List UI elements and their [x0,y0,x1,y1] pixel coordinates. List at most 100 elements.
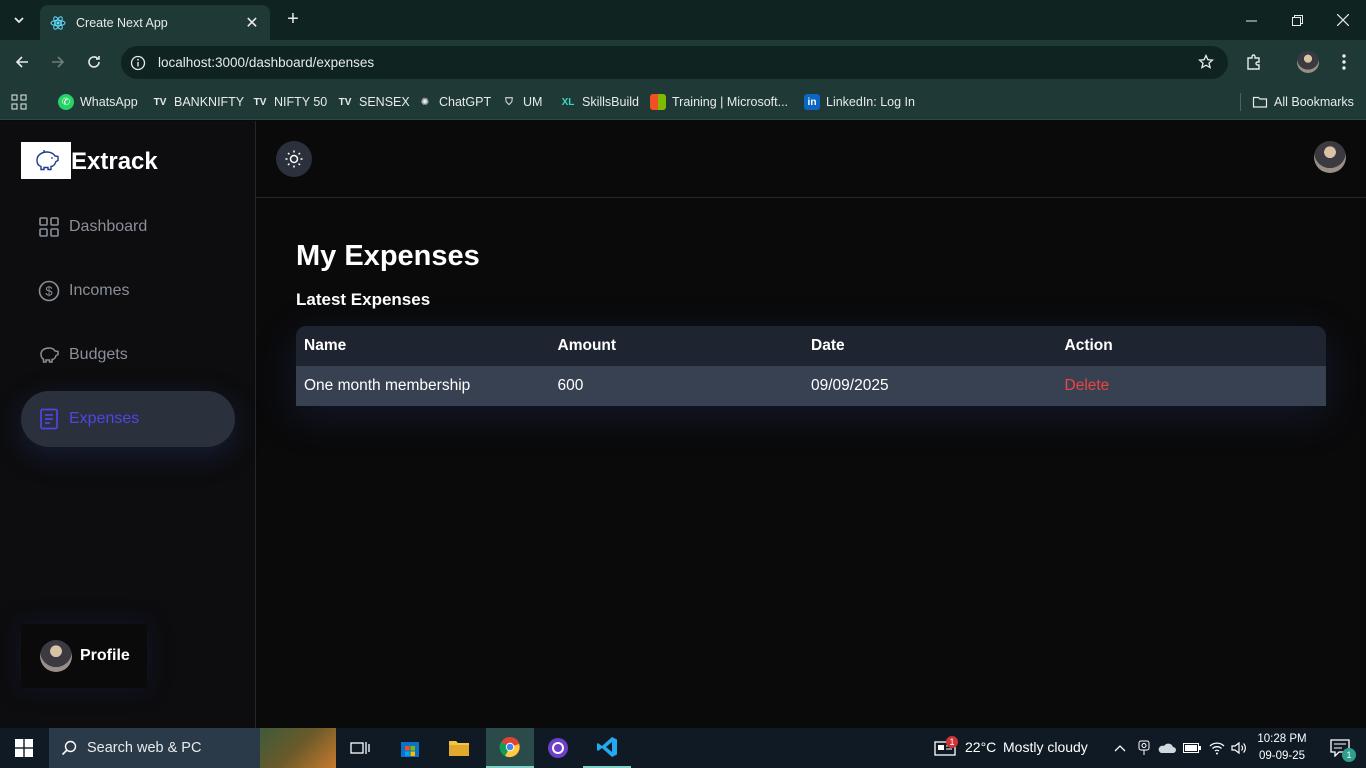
chevron-up-icon [1114,745,1126,752]
app-header [256,121,1366,198]
brand-name[interactable]: Extrack [71,148,158,176]
tab-search-button[interactable] [6,8,32,32]
table-header-row: Name Amount Date Action [296,326,1326,366]
bookmark-um[interactable]: ⛉ UM [501,92,542,112]
close-window-button[interactable] [1320,0,1366,40]
all-bookmarks-button[interactable]: All Bookmarks [1252,92,1354,112]
folder-icon [449,741,469,756]
bookmark-label: BANKNIFTY [174,95,245,109]
column-header-amount: Amount [557,337,617,354]
new-tab-button[interactable]: + [282,8,304,32]
bookmark-star-icon[interactable] [1198,54,1214,70]
apps-grid-button[interactable] [11,92,27,112]
back-button[interactable] [10,50,34,74]
sidebar-item-label: Incomes [69,282,130,299]
microsoft-icon [650,94,666,110]
bookmark-label: NIFTY 50 [274,95,328,109]
webcam-icon[interactable] [1134,728,1154,768]
bookmark-nifty50[interactable]: TV NIFTY 50 [252,92,328,112]
sidebar-item-budgets[interactable]: Budgets [21,327,235,383]
shield-icon: ⛉ [505,96,513,108]
react-icon [50,15,66,30]
linkedin-icon: in [804,94,820,110]
bookmark-banknifty[interactable]: TV BANKNIFTY [152,92,245,112]
forward-button[interactable] [46,50,70,74]
vscode-button[interactable] [583,728,631,768]
search-placeholder: Search web & PC [87,740,202,756]
weather-icon[interactable]: 1 [932,728,958,768]
profile-avatar-browser[interactable] [1296,50,1320,74]
grid-icon [38,216,60,238]
sidebar-item-label: Dashboard [69,218,148,235]
wifi-icon[interactable] [1207,728,1227,768]
piggy-bank-icon [38,344,60,366]
bookmark-label: WhatsApp [80,95,138,109]
sidebar-item-label: Expenses [69,410,140,427]
delete-button[interactable]: Delete [1057,377,1311,395]
store-app-button[interactable] [386,728,434,768]
volume-icon[interactable] [1229,728,1249,768]
site-info-icon[interactable] [130,55,146,71]
bookmark-sensex[interactable]: TV SENSEX [337,92,410,112]
onedrive-icon[interactable] [1157,728,1177,768]
receipt-icon [38,408,60,430]
address-bar[interactable]: localhost:3000/dashboard/expenses [121,46,1228,79]
restore-button[interactable] [1274,0,1320,40]
bookmark-chatgpt[interactable]: ✺ ChatGPT [417,92,491,112]
expense-date: 09/09/2025 [811,377,889,394]
theme-toggle-button[interactable] [276,141,312,177]
github-desktop-button[interactable] [534,728,582,768]
chevron-down-icon [14,17,24,24]
browser-menu-button[interactable] [1332,50,1356,74]
apps-grid-icon [11,94,27,110]
whatsapp-icon: ✆ [58,94,74,110]
sidebar-item-expenses[interactable]: Expenses [21,391,235,447]
arrow-right-icon [52,56,65,68]
url-text[interactable]: localhost:3000/dashboard/expenses [158,55,374,70]
bookmark-label: Training | Microsoft... [672,95,789,109]
system-clock[interactable]: 10:28 PM 09-09-25 [1252,731,1312,765]
expenses-table: Name Amount Date Action One month member… [296,326,1326,406]
search-icon [61,740,77,756]
chrome-icon [499,737,520,758]
file-explorer-button[interactable] [435,728,483,768]
bookmark-whatsapp[interactable]: ✆ WhatsApp [58,92,138,112]
notification-center-button[interactable]: 1 [1320,728,1360,768]
taskbar-search-box[interactable]: Search web & PC [49,728,336,768]
bookmark-linkedin[interactable]: in LinkedIn: Log In [804,92,915,112]
show-hidden-icons-button[interactable] [1110,728,1130,768]
reload-icon [88,56,100,68]
bookmark-training-microsoft[interactable]: Training | Microsoft... [650,92,788,112]
start-button[interactable] [0,728,48,768]
app-sidebar: Extrack Dashboard $ Incomes Budgets Expe… [0,121,256,728]
piggy-bank-logo-icon [21,142,71,179]
github-icon [548,738,568,758]
weather-description[interactable]: Mostly cloudy [1003,739,1088,755]
sidebar-item-dashboard[interactable]: Dashboard [21,199,235,255]
minimize-button[interactable] [1228,0,1274,40]
more-vertical-icon [1342,54,1346,70]
tab-title: Create Next App [76,15,168,30]
user-avatar[interactable] [1314,141,1346,173]
profile-label: Profile [80,647,130,664]
bookmark-label: SkillsBuild [582,95,639,109]
column-header-action: Action [1064,337,1113,354]
column-header-date: Date [811,337,845,354]
sun-icon [285,150,303,168]
task-view-button[interactable] [336,728,384,768]
chrome-app-button[interactable] [486,728,534,768]
section-title: Latest Expenses [296,290,431,309]
bookmark-skillsbuild[interactable]: XL SkillsBuild [560,92,639,112]
avatar [40,640,72,672]
browser-toolbar: localhost:3000/dashboard/expenses [0,40,1366,84]
extensions-button[interactable] [1242,50,1266,74]
browser-tab-active[interactable]: Create Next App ✕ [40,5,270,40]
tab-close-icon[interactable]: ✕ [244,13,260,33]
weather-badge: 1 [946,736,958,748]
profile-button[interactable]: Profile [21,624,147,688]
weather-temperature[interactable]: 22°C [965,739,996,755]
reload-button[interactable] [82,50,106,74]
battery-icon[interactable] [1182,728,1202,768]
sidebar-item-incomes[interactable]: $ Incomes [21,263,235,319]
bookmark-label: SENSEX [359,95,410,109]
